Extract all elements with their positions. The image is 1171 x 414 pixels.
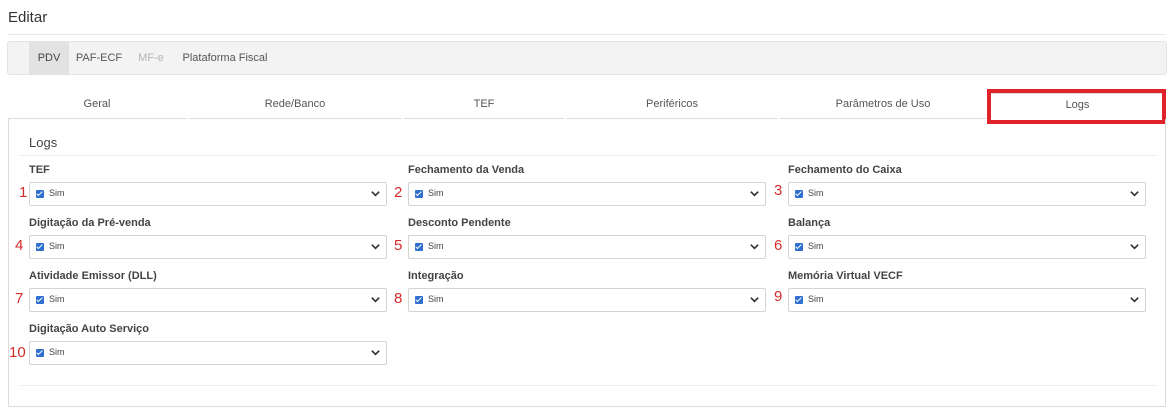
logs-panel: Logs TEF 1 Sim Fechamento da Venda 2 Sim… (8, 119, 1166, 407)
chevron-down-icon (371, 191, 380, 197)
chevron-down-icon (371, 350, 380, 356)
tab-pdv[interactable]: PDV (29, 42, 69, 74)
top-tab-bar: PDV PAF-ECF MF-e Plataforma Fiscal (7, 41, 1167, 75)
page-title: Editar (8, 9, 48, 26)
annotation-number: 6 (774, 237, 783, 254)
select-atividade-emissor-dll[interactable]: Sim (29, 288, 387, 312)
field-label: Atividade Emissor (DLL) (29, 270, 157, 282)
field-label: TEF (29, 164, 50, 176)
field-label: Fechamento da Venda (408, 164, 525, 176)
tab-mf-e: MF-e (138, 52, 164, 64)
annotation-number: 4 (15, 237, 24, 254)
field-label: Digitação Auto Serviço (29, 323, 150, 335)
tab-perifericos[interactable]: Periféricos (567, 93, 777, 119)
field-label: Integração (408, 270, 464, 282)
select-balanca[interactable]: Sim (788, 235, 1146, 259)
annotation-number: 2 (394, 184, 403, 201)
select-value: Sim (808, 241, 824, 251)
select-value: Sim (49, 294, 65, 304)
chevron-down-icon (750, 191, 759, 197)
annotation-number: 9 (774, 288, 783, 305)
field-label: Memória Virtual VECF (788, 270, 903, 282)
chevron-down-icon (750, 297, 759, 303)
select-desconto-pendente[interactable]: Sim (408, 235, 766, 259)
checkbox-icon (36, 349, 44, 357)
select-value: Sim (808, 188, 824, 198)
select-digitacao-da-pre-venda[interactable]: Sim (29, 235, 387, 259)
checkbox-icon (795, 296, 803, 304)
select-tef[interactable]: Sim (29, 182, 387, 206)
checkbox-icon (415, 243, 423, 251)
annotation-number: 10 (9, 344, 26, 361)
tab-rede-banco[interactable]: Rede/Banco (189, 93, 401, 119)
select-digitacao-auto-servico[interactable]: Sim (29, 341, 387, 365)
checkbox-icon (415, 190, 423, 198)
tab-geral[interactable]: Geral (8, 93, 186, 119)
tab-tef[interactable]: TEF (404, 93, 564, 119)
annotation-number: 3 (774, 182, 783, 199)
field-label: Digitação da Pré-venda (29, 217, 151, 229)
tab-parametros-de-uso[interactable]: Parâmetros de Uso (780, 93, 986, 119)
annotation-number: 7 (15, 290, 24, 307)
select-value: Sim (428, 241, 444, 251)
select-value: Sim (428, 294, 444, 304)
chevron-down-icon (371, 297, 380, 303)
checkbox-icon (36, 296, 44, 304)
checkbox-icon (795, 190, 803, 198)
field-label: Balança (788, 217, 831, 229)
chevron-down-icon (750, 244, 759, 250)
title-divider (8, 34, 1166, 35)
tab-plataforma-fiscal[interactable]: Plataforma Fiscal (178, 42, 272, 74)
panel-title: Logs (29, 135, 58, 150)
select-value: Sim (49, 347, 65, 357)
field-label: Desconto Pendente (408, 217, 511, 229)
select-value: Sim (808, 294, 824, 304)
chevron-down-icon (371, 244, 380, 250)
chevron-down-icon (1130, 244, 1139, 250)
panel-divider (20, 155, 1157, 156)
checkbox-icon (415, 296, 423, 304)
annotation-number: 1 (19, 184, 28, 201)
panel-bottom-divider (20, 385, 1157, 386)
select-fechamento-do-caixa[interactable]: Sim (788, 182, 1146, 206)
select-fechamento-da-venda[interactable]: Sim (408, 182, 766, 206)
chevron-down-icon (1130, 297, 1139, 303)
annotation-number: 8 (394, 290, 403, 307)
tab-paf-ecf[interactable]: PAF-ECF (74, 42, 124, 74)
checkbox-icon (36, 190, 44, 198)
select-integracao[interactable]: Sim (408, 288, 766, 312)
select-value: Sim (49, 241, 65, 251)
checkbox-icon (36, 243, 44, 251)
select-memoria-virtual-vecf[interactable]: Sim (788, 288, 1146, 312)
annotation-number: 5 (394, 237, 403, 254)
field-label: Fechamento do Caixa (788, 164, 902, 176)
select-value: Sim (428, 188, 444, 198)
select-value: Sim (49, 188, 65, 198)
checkbox-icon (795, 243, 803, 251)
chevron-down-icon (1130, 191, 1139, 197)
